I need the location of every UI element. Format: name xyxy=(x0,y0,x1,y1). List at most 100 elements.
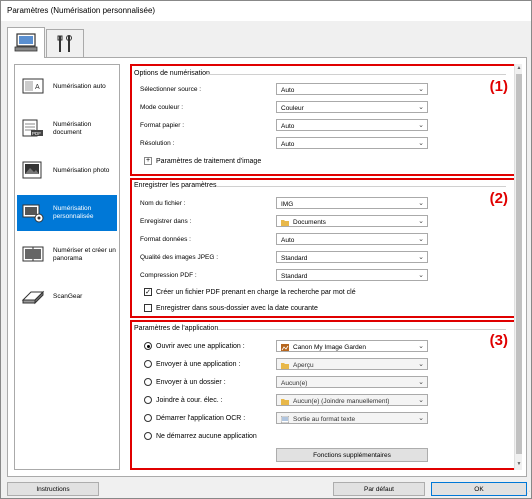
svg-text:A: A xyxy=(35,84,40,91)
sidebar-item-custom-scan[interactable]: Numérisation personnalisée xyxy=(17,195,117,231)
paper-size-label: Format papier : xyxy=(140,121,185,129)
send-to-folder-select: Aucun(e) ⌄ xyxy=(276,376,428,388)
tab-strip xyxy=(7,27,527,58)
chevron-down-icon: ⌄ xyxy=(418,361,424,368)
no-app-row[interactable]: Ne démarrez aucune application xyxy=(144,429,444,443)
source-value: Auto xyxy=(281,86,295,94)
source-select[interactable]: Auto ⌄ xyxy=(276,83,428,95)
chevron-down-icon: ⌄ xyxy=(418,415,424,422)
searchable-pdf-row[interactable]: ✓ Créer un fichier PDF prenant en charge… xyxy=(144,285,504,299)
chevron-down-icon: ⌄ xyxy=(418,218,424,225)
no-app-label: Ne démarrez aucune application xyxy=(156,432,257,440)
jpeg-quality-value: Standard xyxy=(281,254,308,262)
start-ocr-select: Sortie au format texte ⌄ xyxy=(276,412,428,424)
auto-scan-icon: A xyxy=(22,78,44,94)
settings-window: Paramètres (Numérisation personnalisée) xyxy=(0,0,532,499)
chevron-down-icon: ⌄ xyxy=(418,86,424,93)
chevron-down-icon: ⌄ xyxy=(418,254,424,261)
save-settings-title: Enregistrer les paramètres xyxy=(134,182,217,189)
resolution-label: Résolution : xyxy=(140,139,175,147)
open-with-app-label: Ouvrir avec une application : xyxy=(156,342,245,350)
more-functions-button[interactable]: Fonctions supplémentaires xyxy=(276,448,428,462)
image-processing-row[interactable]: + Paramètres de traitement d'image xyxy=(144,154,444,168)
start-ocr-label: Démarrer l'application OCR : xyxy=(156,414,246,422)
jpeg-quality-label: Qualité des images JPEG : xyxy=(140,253,219,261)
open-with-app-radio[interactable] xyxy=(144,342,152,350)
sidebar-item-label: Numérisation personnalisée xyxy=(53,205,94,220)
sidebar-item-photo-scan[interactable]: Numérisation photo xyxy=(17,153,117,189)
group-divider xyxy=(216,186,506,187)
default-button[interactable]: Par défaut xyxy=(333,482,425,496)
sidebar-item-label: Numérisation photo xyxy=(53,167,110,174)
scroll-up-icon[interactable]: ▲ xyxy=(516,65,522,73)
settings-content: A Numérisation auto PDF Numérisation doc… xyxy=(7,57,527,477)
photo-scan-icon xyxy=(22,161,42,179)
no-app-radio[interactable] xyxy=(144,432,152,440)
scan-settings-icon xyxy=(14,33,38,52)
vertical-scrollbar[interactable]: ▲ ▼ xyxy=(514,64,522,470)
scan-options-number: (1) xyxy=(489,78,508,95)
searchable-pdf-checkbox[interactable]: ✓ xyxy=(144,288,152,296)
tab-general-settings[interactable] xyxy=(46,29,84,57)
color-mode-select[interactable]: Couleur ⌄ xyxy=(276,101,428,113)
color-mode-label: Mode couleur : xyxy=(140,103,183,111)
sidebar-item-label: Numérisation auto xyxy=(53,83,106,90)
image-garden-icon xyxy=(281,343,289,351)
folder-icon xyxy=(281,362,289,369)
send-to-folder-radio[interactable] xyxy=(144,378,152,386)
sidebar-item-scangear[interactable]: ScanGear xyxy=(17,279,117,315)
paper-size-select[interactable]: Auto ⌄ xyxy=(276,119,428,131)
tab-scan-settings[interactable] xyxy=(7,27,45,58)
send-to-folder-label: Envoyer à un dossier : xyxy=(156,378,226,386)
date-subfolder-row[interactable]: Enregistrer dans sous-dossier avec la da… xyxy=(144,301,504,315)
jpeg-quality-select[interactable]: Standard ⌄ xyxy=(276,251,428,263)
chevron-down-icon: ⌄ xyxy=(418,140,424,147)
sidebar-item-label: Numérisation document xyxy=(53,121,92,136)
start-ocr-value: Sortie au format texte xyxy=(293,415,356,423)
start-ocr-radio[interactable] xyxy=(144,414,152,422)
date-subfolder-checkbox[interactable] xyxy=(144,304,152,312)
ocr-icon xyxy=(281,415,289,423)
scroll-down-icon[interactable]: ▼ xyxy=(516,461,522,469)
chevron-down-icon: ⌄ xyxy=(418,397,424,404)
resolution-select[interactable]: Auto ⌄ xyxy=(276,137,428,149)
sidebar-item-auto-scan[interactable]: A Numérisation auto xyxy=(17,69,117,105)
source-label: Sélectionner source : xyxy=(140,85,202,93)
pdf-compression-value: Standard xyxy=(281,272,308,280)
resize-grip-icon[interactable]: ⋰ xyxy=(524,490,530,497)
folder-icon xyxy=(281,219,289,226)
instructions-button[interactable]: Instructions xyxy=(7,482,99,496)
send-to-app-select: Aperçu ⌄ xyxy=(276,358,428,370)
attach-email-radio[interactable] xyxy=(144,396,152,404)
svg-text:PDF: PDF xyxy=(32,131,41,136)
send-to-app-label: Envoyer à une application : xyxy=(156,360,241,368)
chevron-down-icon: ⌄ xyxy=(418,236,424,243)
color-mode-value: Couleur xyxy=(281,104,304,112)
save-in-select[interactable]: Documents ⌄ xyxy=(276,215,428,227)
attach-email-value: Aucun(e) (Joindre manuellement) xyxy=(293,397,390,405)
attach-email-label: Joindre à cour. élec. : xyxy=(156,396,223,404)
data-format-value: Auto xyxy=(281,236,295,244)
scan-options-title: Options de numérisation xyxy=(134,70,210,77)
expand-icon[interactable]: + xyxy=(144,157,152,165)
data-format-label: Format données : xyxy=(140,235,191,243)
send-to-app-radio[interactable] xyxy=(144,360,152,368)
scangear-icon xyxy=(21,290,45,305)
sidebar-item-document-scan[interactable]: PDF Numérisation document xyxy=(17,111,117,147)
data-format-select[interactable]: Auto ⌄ xyxy=(276,233,428,245)
scrollbar-thumb[interactable] xyxy=(516,74,522,454)
sidebar-item-label: ScanGear xyxy=(53,293,83,300)
ok-button[interactable]: OK xyxy=(431,482,527,496)
searchable-pdf-label: Créer un fichier PDF prenant en charge l… xyxy=(156,288,356,296)
scan-mode-sidebar: A Numérisation auto PDF Numérisation doc… xyxy=(14,64,120,470)
file-name-combo[interactable]: IMG ⌄ xyxy=(276,197,428,209)
open-with-app-select[interactable]: Canon My Image Garden ⌄ xyxy=(276,340,428,352)
attach-email-select: Aucun(e) (Joindre manuellement) ⌄ xyxy=(276,394,428,406)
save-in-label: Enregistrer dans : xyxy=(140,217,192,225)
pdf-compression-select[interactable]: Standard ⌄ xyxy=(276,269,428,281)
date-subfolder-label: Enregistrer dans sous-dossier avec la da… xyxy=(156,304,318,312)
open-with-app-value: Canon My Image Garden xyxy=(293,343,366,351)
custom-scan-icon xyxy=(22,204,44,223)
folder-icon xyxy=(281,398,289,405)
sidebar-item-panorama[interactable]: Numériser et créer un panorama xyxy=(17,237,117,273)
